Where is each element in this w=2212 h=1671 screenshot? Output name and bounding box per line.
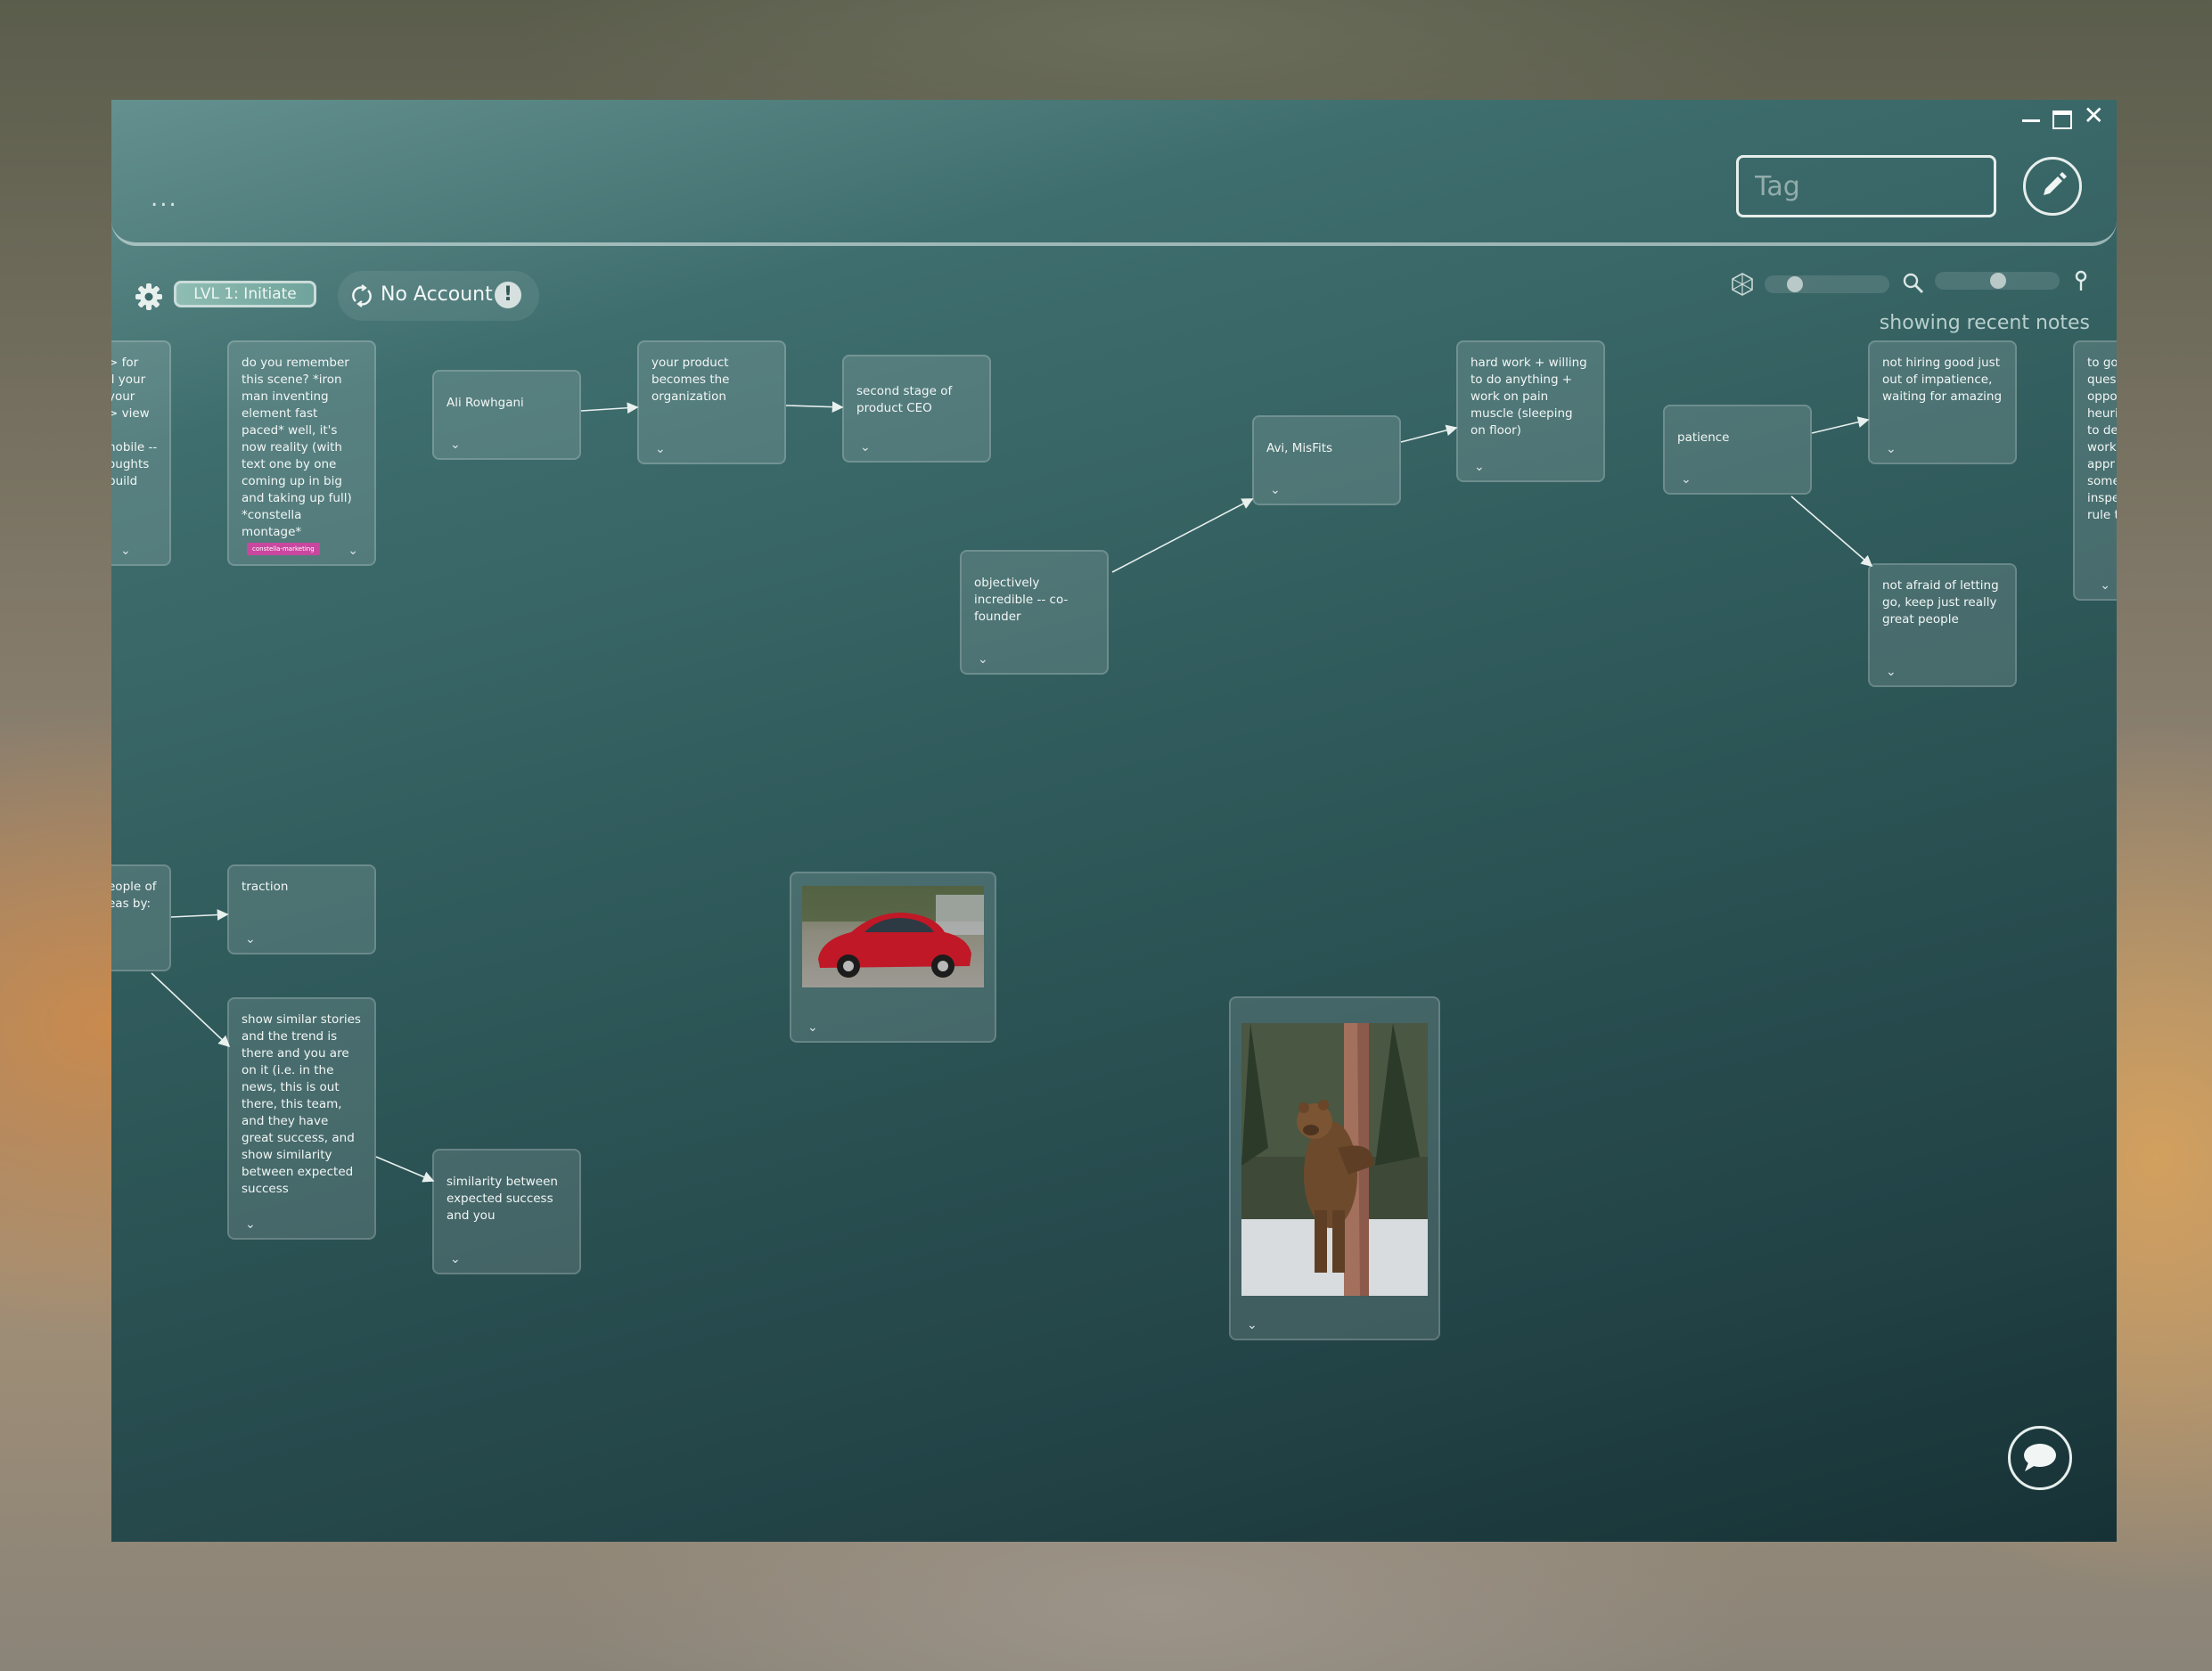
connector-line	[1111, 498, 1254, 573]
note-card[interactable]: hard work + willing to do anything + wor…	[1456, 340, 1605, 482]
image-card[interactable]: ⌄	[1229, 996, 1440, 1340]
note-text: objectively incredible -- co-founder	[974, 576, 1069, 624]
note-card[interactable]: not afraid of letting go, keep just real…	[1868, 563, 2017, 687]
chevron-down-icon[interactable]: ⌄	[978, 653, 988, 666]
connector-line	[1400, 424, 1458, 443]
note-card[interactable]: traction ⌄	[227, 864, 376, 954]
connector-line	[785, 401, 844, 414]
chevron-down-icon[interactable]: ⌄	[655, 443, 666, 455]
chevron-down-icon[interactable]: ⌄	[1474, 461, 1485, 473]
note-card[interactable]: show similar stories and the trend is th…	[227, 997, 376, 1240]
note-card[interactable]: not hiring good just out of impatience, …	[1868, 340, 2017, 464]
note-text: > for ll your your > view nobile -- ough…	[111, 356, 158, 488]
chevron-down-icon[interactable]: ⌄	[1270, 484, 1281, 496]
connector-line	[151, 972, 231, 1048]
note-text: patience	[1677, 430, 1730, 445]
note-card[interactable]: patience ⌄	[1663, 405, 1812, 495]
note-text: not afraid of letting go, keep just real…	[1882, 578, 1999, 627]
note-card[interactable]: your product becomes the organization ⌄	[637, 340, 786, 464]
chevron-down-icon[interactable]: ⌄	[120, 545, 131, 557]
note-text: Avi, MisFits	[1266, 441, 1333, 455]
note-card[interactable]: Ali Rowhgani ⌄	[432, 370, 581, 460]
note-card[interactable]: do you remember this scene? *iron man in…	[227, 340, 376, 566]
chat-button[interactable]	[2008, 1426, 2072, 1490]
note-card[interactable]: > for ll your your > view nobile -- ough…	[111, 340, 171, 566]
red-car-image	[802, 886, 984, 987]
chevron-down-icon[interactable]: ⌄	[1886, 443, 1897, 455]
note-text: second stage of product CEO	[856, 384, 953, 415]
app-window: ✕ ... LVL 1: Initiate No Accoun	[111, 100, 2117, 1542]
chevron-down-icon[interactable]: ⌄	[348, 545, 358, 557]
connector-line	[1790, 496, 1873, 568]
chevron-down-icon[interactable]: ⌄	[450, 438, 461, 451]
chevron-down-icon[interactable]: ⌄	[1886, 666, 1897, 678]
note-card[interactable]: objectively incredible -- co-founder ⌄	[960, 550, 1109, 675]
note-text: show similar stories and the trend is th…	[242, 1012, 361, 1196]
connector-lines	[151, 401, 1873, 1183]
note-card[interactable]: Avi, MisFits ⌄	[1252, 415, 1401, 505]
chevron-down-icon[interactable]: ⌄	[807, 1021, 818, 1034]
chevron-down-icon[interactable]: ⌄	[450, 1253, 461, 1266]
note-text: Ali Rowhgani	[446, 396, 524, 410]
note-text: do you remember this scene? *iron man in…	[242, 356, 352, 539]
note-text: your product becomes the organization	[651, 356, 730, 404]
note-card[interactable]: similarity between expected success and …	[432, 1149, 581, 1274]
connector-line	[170, 909, 229, 921]
chevron-down-icon[interactable]: ⌄	[245, 1218, 256, 1231]
chevron-down-icon[interactable]: ⌄	[860, 441, 871, 454]
image-card[interactable]: ⌄	[790, 872, 996, 1043]
chevron-down-icon[interactable]: ⌄	[1247, 1319, 1258, 1331]
bear-on-tree-image	[1241, 1023, 1428, 1296]
note-card[interactable]: second stage of product CEO ⌄	[842, 355, 991, 463]
note-text: not hiring good just out of impatience, …	[1882, 356, 2003, 404]
note-text: traction	[242, 880, 289, 894]
note-card[interactable]: to go ques oppo heuri to de work appr so…	[2073, 340, 2117, 601]
connector-line	[1811, 416, 1870, 434]
note-text: hard work + willing to do anything + wor…	[1471, 356, 1587, 438]
note-text: to go ques oppo heuri to de work appr so…	[2087, 356, 2117, 522]
chat-bubble-icon	[2024, 1444, 2056, 1471]
chevron-down-icon[interactable]: ⌄	[2100, 579, 2110, 592]
chevron-down-icon[interactable]: ⌄	[1681, 473, 1692, 486]
chevron-down-icon[interactable]: ⌄	[245, 933, 256, 946]
tag-badge[interactable]: constella-marketing	[247, 543, 320, 555]
connector-line	[375, 1156, 435, 1183]
connector-line	[580, 402, 639, 414]
note-card[interactable]: eople of eas by:	[111, 864, 171, 971]
note-text: eople of eas by:	[111, 880, 157, 911]
note-text: similarity between expected success and …	[446, 1175, 558, 1223]
